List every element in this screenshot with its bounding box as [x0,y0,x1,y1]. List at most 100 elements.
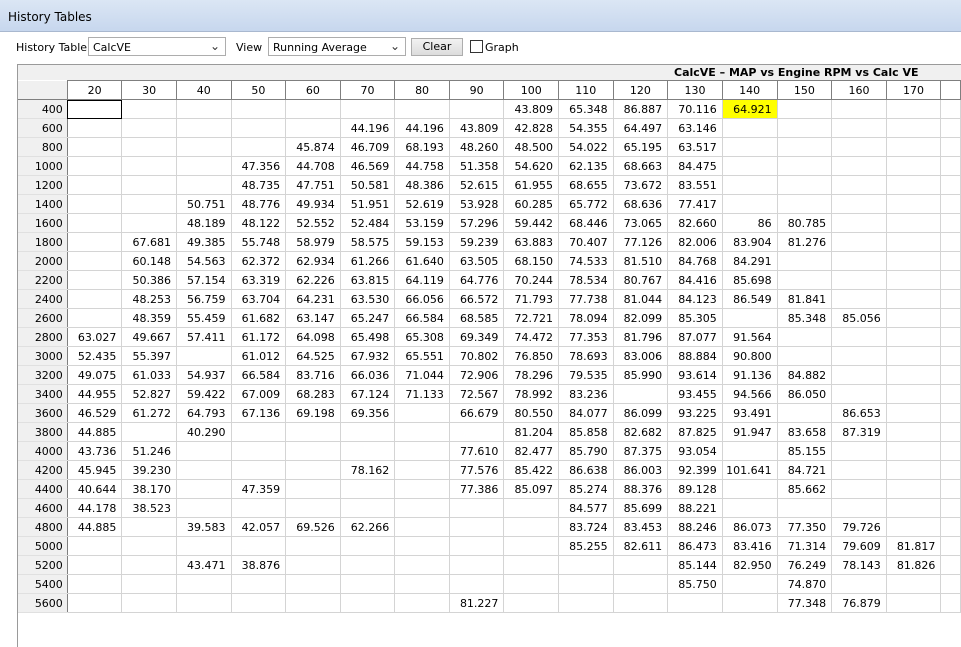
table-cell[interactable]: 86.887 [613,99,669,119]
table-cell[interactable] [121,536,177,556]
table-cell[interactable]: 48.776 [231,194,287,214]
table-cell[interactable]: 84.291 [722,251,778,271]
table-cell[interactable]: 93.054 [667,441,723,461]
table-cell[interactable]: 78.992 [503,384,560,404]
table-cell[interactable] [121,213,177,233]
table-cell[interactable] [613,384,669,404]
table-cell[interactable] [340,593,396,613]
table-cell[interactable] [722,441,778,461]
table-cell[interactable] [231,441,287,461]
table-cell[interactable] [231,593,287,613]
table-cell[interactable] [886,460,942,480]
table-cell[interactable]: 71.793 [503,289,560,309]
table-cell[interactable] [503,536,560,556]
table-cell[interactable] [340,498,396,518]
table-cell[interactable] [940,555,961,575]
row-header[interactable]: 3400 [18,384,68,404]
table-cell[interactable] [340,555,396,575]
table-cell[interactable]: 91.947 [722,422,778,442]
table-cell[interactable] [121,137,177,157]
table-cell[interactable]: 88.221 [667,498,723,518]
table-cell[interactable]: 67.124 [340,384,396,404]
table-cell[interactable] [340,99,396,119]
table-cell[interactable] [940,593,961,613]
table-cell[interactable] [558,555,614,575]
table-cell[interactable]: 38.523 [121,498,177,518]
table-cell[interactable]: 65.308 [394,327,450,347]
table-cell[interactable] [831,460,887,480]
table-cell[interactable] [449,574,505,594]
table-cell[interactable]: 71.314 [777,536,833,556]
table-cell[interactable] [231,536,287,556]
table-cell[interactable]: 79.535 [558,365,614,385]
table-cell[interactable]: 83.724 [558,517,614,537]
table-cell[interactable] [121,593,177,613]
table-cell[interactable]: 76.879 [831,593,887,613]
table-cell[interactable]: 67.009 [231,384,287,404]
table-cell[interactable]: 78.162 [340,460,396,480]
table-cell[interactable]: 77.576 [449,460,505,480]
table-cell[interactable] [831,99,887,119]
column-header[interactable]: 170 [885,80,942,100]
table-cell[interactable]: 55.748 [231,232,287,252]
table-cell[interactable]: 44.885 [67,517,123,537]
table-cell[interactable]: 82.611 [613,536,669,556]
table-cell[interactable] [503,555,560,575]
table-cell[interactable]: 92.399 [667,460,723,480]
table-cell[interactable]: 63.530 [340,289,396,309]
table-cell[interactable]: 74.870 [777,574,833,594]
table-cell[interactable]: 83.551 [667,175,723,195]
table-cell[interactable]: 79.726 [831,517,887,537]
table-cell[interactable]: 49.667 [121,327,177,347]
table-cell[interactable]: 81.510 [613,251,669,271]
table-cell[interactable] [940,327,961,347]
table-cell[interactable]: 88.246 [667,517,723,537]
table-cell[interactable] [285,574,341,594]
table-cell[interactable]: 52.619 [394,194,450,214]
row-header[interactable]: 1200 [18,175,68,195]
table-cell[interactable] [777,327,833,347]
table-cell[interactable] [67,593,123,613]
column-header[interactable]: 150 [776,80,833,100]
table-cell[interactable]: 65.348 [558,99,614,119]
table-cell[interactable]: 85.790 [558,441,614,461]
table-cell[interactable]: 70.407 [558,232,614,252]
table-cell[interactable]: 69.526 [285,517,341,537]
table-cell[interactable] [503,574,560,594]
table-cell[interactable]: 84.416 [667,270,723,290]
table-cell[interactable]: 65.247 [340,308,396,328]
table-cell[interactable]: 77.610 [449,441,505,461]
table-cell[interactable] [503,498,560,518]
table-cell[interactable] [285,498,341,518]
table-cell[interactable] [940,289,961,309]
table-cell[interactable]: 82.682 [613,422,669,442]
table-cell[interactable]: 87.375 [613,441,669,461]
table-cell[interactable] [67,555,123,575]
table-cell[interactable] [831,175,887,195]
table-cell[interactable]: 51.358 [449,156,505,176]
table-cell[interactable]: 62.135 [558,156,614,176]
table-cell[interactable]: 59.239 [449,232,505,252]
table-cell[interactable] [940,479,961,499]
table-cell[interactable]: 70.244 [503,270,560,290]
table-cell[interactable] [940,194,961,214]
row-header[interactable]: 2000 [18,251,68,271]
row-header[interactable]: 3800 [18,422,68,442]
table-cell[interactable] [940,270,961,290]
row-header[interactable]: 1400 [18,194,68,214]
table-cell[interactable]: 78.534 [558,270,614,290]
table-cell[interactable]: 48.500 [503,137,560,157]
table-cell[interactable]: 64.231 [285,289,341,309]
table-cell[interactable]: 77.386 [449,479,505,499]
table-cell[interactable]: 84.721 [777,460,833,480]
table-cell[interactable]: 85.155 [777,441,833,461]
table-cell[interactable]: 44.196 [394,118,450,138]
table-cell[interactable] [831,194,887,214]
table-cell[interactable] [67,156,123,176]
table-cell[interactable]: 61.272 [121,403,177,423]
table-cell[interactable] [67,213,123,233]
table-cell[interactable] [886,213,942,233]
table-cell[interactable]: 66.572 [449,289,505,309]
table-cell[interactable]: 64.119 [394,270,450,290]
table-cell[interactable]: 51.246 [121,441,177,461]
